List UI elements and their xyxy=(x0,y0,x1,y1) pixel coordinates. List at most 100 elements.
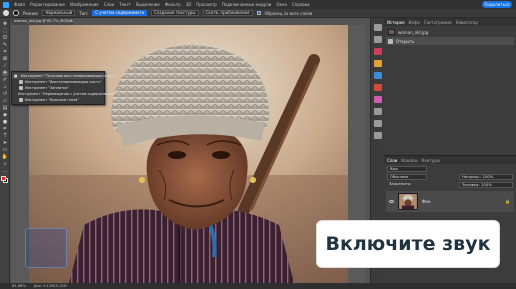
hand-tool-icon[interactable]: ✋ xyxy=(2,155,8,160)
layer-row-background[interactable]: Фон 🔒 xyxy=(386,191,514,212)
clone-stamp-tool-icon[interactable]: ⊥ xyxy=(2,85,8,90)
enable-sound-text: Включите звук xyxy=(325,233,491,255)
menu-view[interactable]: Просмотр xyxy=(196,0,217,9)
menu-file[interactable]: Файл xyxy=(14,0,25,9)
share-button[interactable]: Поделиться xyxy=(482,1,512,8)
layer-name: Фон xyxy=(422,199,431,204)
crop-tool-icon[interactable]: ⌗ xyxy=(2,50,8,55)
brushes-panel-icon[interactable] xyxy=(374,120,382,127)
healing-tools-flyout: ■ Инструмент "Точечная восстанавливающая… xyxy=(11,71,115,105)
status-bar: 65,68% Док: 9,12M/9,12M xyxy=(0,283,516,289)
open-step-icon xyxy=(388,38,393,44)
zoom-readout[interactable]: 65,68% xyxy=(12,284,26,288)
document-tab[interactable]: woman_old.jpg @ 65,7% (RGB/8) × xyxy=(11,18,74,25)
lasso-tool-icon[interactable]: ᘎ xyxy=(2,36,8,41)
zoom-tool-icon[interactable]: ⌕ xyxy=(2,162,8,167)
libraries-icon[interactable] xyxy=(374,60,382,67)
opacity-field[interactable]: Непрозр.: 100% xyxy=(459,174,513,180)
options-bar: Режим: Нормальный Тип: С учетом содержим… xyxy=(0,9,516,18)
brush-tool-icon[interactable]: ✐ xyxy=(2,78,8,83)
history-step-label: Открыть xyxy=(396,38,415,44)
flyout-item-label: Инструмент "Красные глаза" xyxy=(25,98,79,102)
layer-thumbnail xyxy=(398,193,418,210)
menu-select[interactable]: Выделение xyxy=(136,0,160,9)
brush-size-picker[interactable] xyxy=(13,10,19,16)
layer-kind-filter[interactable]: Вид xyxy=(387,166,427,172)
visibility-eye-icon[interactable] xyxy=(389,200,394,203)
frame-tool-icon[interactable]: ⊠ xyxy=(2,57,8,62)
flyout-item-red-eye[interactable]: Инструмент "Красные глаза" xyxy=(12,97,104,103)
spot-healing-tool-icon[interactable]: ✚ xyxy=(2,71,8,76)
type-texture-button[interactable]: Создание текстуры xyxy=(151,10,199,16)
history-snapshot[interactable]: woman_old.jpg xyxy=(386,28,514,36)
document-size: Док: 9,12M/9,12M xyxy=(33,284,67,288)
menu-plugins[interactable]: Подключаемые модули xyxy=(222,0,272,9)
sample-all-layers-checkbox[interactable] xyxy=(256,11,261,15)
blend-mode-select[interactable]: Обычные xyxy=(387,174,427,180)
menu-edit[interactable]: Редактирование xyxy=(30,0,65,9)
history-panel-tabs: История Инфо Гистограмма Навигатор xyxy=(384,18,516,26)
menu-filter[interactable]: Фильтр xyxy=(165,0,181,9)
tab-histogram[interactable]: Гистограмма xyxy=(424,20,452,25)
photoshop-logo-icon[interactable] xyxy=(3,1,9,8)
snapshot-label: woman_old.jpg xyxy=(398,29,429,35)
styles-panel-icon[interactable] xyxy=(374,96,382,103)
sample-all-layers-label: Образец со всех слоев xyxy=(264,10,313,16)
tab-channels[interactable]: Каналы xyxy=(401,158,417,163)
adobe-color-icon[interactable] xyxy=(374,48,382,55)
tab-layers[interactable]: Слои xyxy=(387,158,397,163)
paths-panel-icon[interactable] xyxy=(374,108,382,115)
marquee-tool-icon[interactable]: ⬚ xyxy=(2,29,8,34)
adjustments-panel-icon[interactable] xyxy=(374,84,382,91)
foreground-color-swatch[interactable] xyxy=(1,176,6,181)
history-panel-icon[interactable] xyxy=(374,24,382,31)
eyedropper-tool-icon[interactable]: ⁄ xyxy=(2,64,8,69)
tab-history[interactable]: История xyxy=(387,20,405,25)
patch-tool-icon xyxy=(19,86,23,90)
menu-image[interactable]: Изображение xyxy=(70,0,99,9)
type-label: Тип: xyxy=(79,10,89,16)
lock-icon[interactable]: 🔒 xyxy=(505,199,510,204)
pen-tool-icon[interactable]: ✒ xyxy=(2,127,8,132)
path-select-tool-icon[interactable]: ➤ xyxy=(2,141,8,146)
menu-layers[interactable]: Слои xyxy=(104,0,114,9)
move-tool-icon[interactable]: ✥ xyxy=(2,22,8,27)
tab-navigator[interactable]: Навигатор xyxy=(456,20,478,25)
tab-info[interactable]: Инфо xyxy=(409,20,420,25)
character-panel-icon[interactable] xyxy=(374,132,382,139)
info-panel-icon[interactable] xyxy=(374,36,382,43)
menu-type[interactable]: Текст xyxy=(119,0,131,9)
healing-brush-tool-icon[interactable] xyxy=(3,10,9,16)
menu-help[interactable]: Справка xyxy=(292,0,310,9)
type-proximity-button[interactable]: Соотв. приближения xyxy=(202,10,253,16)
lock-label: Закрепить: xyxy=(389,181,412,186)
fill-field[interactable]: Заливка: 100% xyxy=(459,182,513,188)
mode-select[interactable]: Нормальный xyxy=(42,10,76,16)
type-content-aware-button[interactable]: С учетом содержимого xyxy=(92,10,148,16)
menu-window[interactable]: Окно xyxy=(276,0,287,9)
close-icon[interactable]: × xyxy=(69,18,72,25)
tools-panel: ✥ ⬚ ᘎ ✎ ⌗ ⊠ ⁄ ✚ ✐ ⊥ ↺ ▱ ▤ ◆ ● ✒ T ➤ ▭ ✋ … xyxy=(0,18,10,283)
quick-select-tool-icon[interactable]: ✎ xyxy=(2,43,8,48)
tab-paths[interactable]: Контуры xyxy=(421,158,439,163)
more-tools-icon[interactable]: … xyxy=(2,169,8,174)
snapshot-thumbnail xyxy=(388,29,395,35)
eraser-tool-icon[interactable]: ▱ xyxy=(2,99,8,104)
menu-bar: Файл Редактирование Изображение Слои Тек… xyxy=(0,0,516,9)
dodge-tool-icon[interactable]: ● xyxy=(2,120,8,125)
history-brush-tool-icon[interactable]: ↺ xyxy=(2,92,8,97)
enable-sound-badge[interactable]: Включите звук xyxy=(317,221,499,267)
history-step-open[interactable]: Открыть xyxy=(386,37,514,45)
type-tool-icon[interactable]: T xyxy=(2,134,8,139)
gradient-tool-icon[interactable]: ▤ xyxy=(2,106,8,111)
red-eye-tool-icon xyxy=(19,98,23,102)
properties-panel-icon[interactable] xyxy=(374,72,382,79)
healing-brush-icon xyxy=(19,80,23,84)
watermark-logo xyxy=(25,228,67,268)
rectangle-tool-icon[interactable]: ▭ xyxy=(2,148,8,153)
menu-3d[interactable]: 3D xyxy=(186,0,192,9)
document-tab-label: woman_old.jpg @ 65,7% (RGB/8) xyxy=(14,19,74,23)
mode-label: Режим: xyxy=(23,10,39,16)
blur-tool-icon[interactable]: ◆ xyxy=(2,113,8,118)
portrait-photo xyxy=(29,25,348,283)
